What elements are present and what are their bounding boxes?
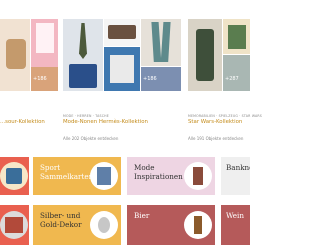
category-label: Mode Inspirationen [134, 163, 183, 181]
category-tile-1[interactable] [0, 157, 29, 195]
collection-image-main [188, 19, 222, 91]
beer-image [194, 216, 202, 234]
category-tile-5[interactable] [0, 205, 29, 245]
collection-card-2[interactable]: +186 MODE · HERREN · TASCHE Mode-Nonen H… [63, 19, 181, 141]
collection-card-1[interactable]: +186 ...sour-Kollektion [0, 19, 58, 131]
bag-image [69, 64, 97, 88]
toy-box-image [228, 25, 246, 49]
collection-count: +186 [33, 76, 47, 82]
category-label: Bier [134, 211, 150, 220]
category-tile-silber-gold-dekor[interactable]: Silber- und Gold-Dekor [33, 205, 121, 245]
category-label: Silber- und Gold-Dekor [40, 211, 82, 229]
star-wars-figure-image [196, 29, 214, 81]
category-label: Sport Sammelkarten [40, 163, 94, 181]
poster-image [36, 23, 54, 53]
collection-categories: MEMORABILIEN · SPIELZEUG · STAR WARS [188, 114, 263, 118]
collection-image-bottom [104, 47, 140, 91]
collection-card-3[interactable]: +287 MEMORABILIEN · SPIELZEUG · STAR WAR… [188, 19, 262, 141]
wallet-image [108, 25, 136, 39]
collection-explore-link[interactable]: Alle 202 Objekte entdecken [63, 136, 118, 141]
category-image [184, 162, 212, 190]
collection-title[interactable]: ...sour-Kollektion [0, 119, 45, 125]
category-tile-wein[interactable]: Wein [221, 205, 250, 245]
tie-image [79, 23, 87, 59]
category-label: Wein [226, 211, 244, 220]
category-image [0, 162, 28, 190]
item-image [5, 217, 23, 233]
collection-image-bottom [223, 55, 250, 91]
category-tile-mode-inspirationen[interactable]: Mode Inspirationen [127, 157, 215, 195]
collection-image-main [0, 19, 30, 91]
toy-figure-image [6, 39, 26, 69]
collection-image-main [63, 19, 103, 91]
category-label: Bankno [226, 163, 250, 172]
category-image [0, 211, 28, 239]
collection-image-side [141, 19, 181, 66]
category-tile-sport-sammelkarten[interactable]: Sport Sammelkarten [33, 157, 121, 195]
collection-image-top [104, 19, 140, 46]
collection-explore-link[interactable]: Alle 191 Objekte entdecken [188, 136, 243, 141]
collection-title[interactable]: Mode-Nonen Hermès-Kollektion [63, 119, 148, 125]
collection-title[interactable]: Star Wars-Kollektion [188, 119, 242, 125]
scarf-image [110, 55, 134, 83]
collection-count: +186 [143, 76, 157, 82]
category-tile-banknoten[interactable]: Bankno [221, 157, 250, 195]
collection-count: +287 [225, 76, 239, 82]
trading-cards-image [97, 167, 111, 185]
category-image [184, 211, 212, 239]
category-image [90, 162, 118, 190]
ties-image [151, 22, 171, 62]
fashion-image [193, 167, 203, 185]
toy-image [6, 168, 22, 184]
category-image [90, 211, 118, 239]
collection-image-top [223, 19, 250, 54]
silverware-image [98, 217, 110, 233]
collection-categories: MODE · HERREN · TASCHE [63, 114, 109, 118]
category-tile-bier[interactable]: Bier [127, 205, 215, 245]
